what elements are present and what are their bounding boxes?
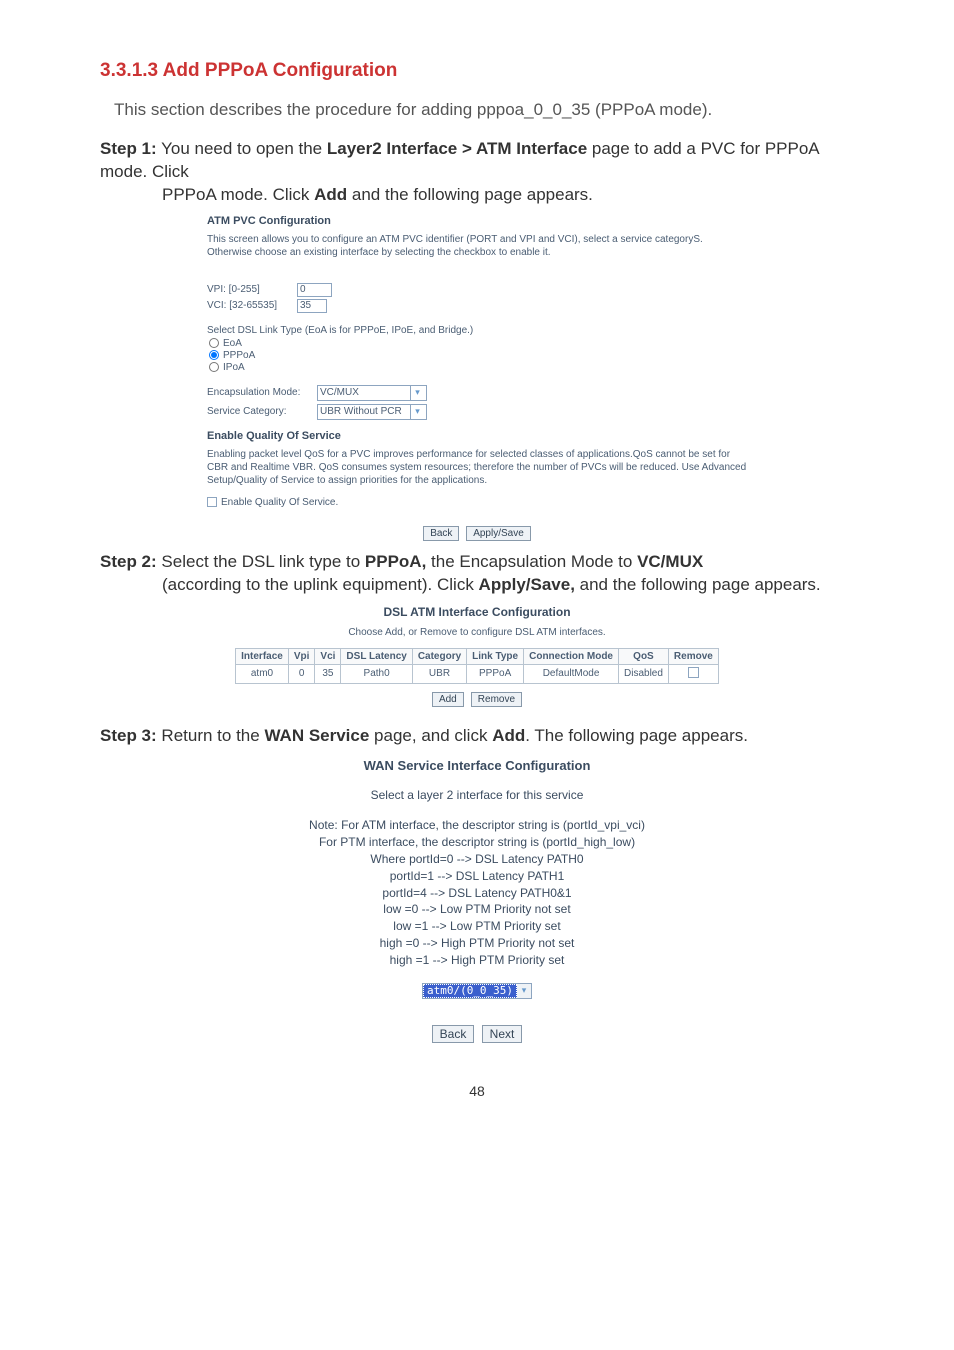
page-number: 48 — [100, 1083, 854, 1099]
chevron-down-icon: ▾ — [517, 984, 531, 998]
vci-input[interactable]: 35 — [297, 299, 327, 313]
qos-chk-label: Enable Quality Of Service. — [221, 497, 338, 508]
step2-tb: the Encapsulation Mode to — [426, 552, 637, 571]
remove-checkbox[interactable] — [688, 667, 699, 678]
interface-select[interactable]: atm0/(0_0_35) ▾ — [422, 983, 532, 999]
td-interface: atm0 — [236, 664, 289, 683]
qos-title: Enable Quality Of Service — [207, 430, 747, 442]
step3-tb: page, and click — [369, 726, 492, 745]
radio-ipoa[interactable] — [209, 362, 219, 372]
step1-end: and the following page appears. — [347, 185, 593, 204]
th-conn-mode: Connection Mode — [524, 648, 619, 664]
table-header-row: Interface Vpi Vci DSL Latency Category L… — [236, 648, 719, 664]
th-link-type: Link Type — [467, 648, 524, 664]
s1-title: ATM PVC Configuration — [207, 215, 747, 227]
step1-text: You need to open the — [161, 139, 327, 158]
th-category: Category — [412, 648, 466, 664]
s3-sub: Select a layer 2 interface for this serv… — [247, 787, 707, 804]
radio-pppoa-label: PPPoA — [223, 350, 255, 361]
radio-pppoa[interactable] — [209, 350, 219, 360]
wan-service-screenshot: WAN Service Interface Configuration Sele… — [247, 758, 707, 1043]
step2-bb: VC/MUX — [637, 552, 703, 571]
s2-title: DSL ATM Interface Configuration — [217, 605, 737, 619]
th-interface: Interface — [236, 648, 289, 664]
next-button[interactable]: Next — [482, 1025, 523, 1043]
step1-label: Step 1: — [100, 139, 157, 158]
step3-label: Step 3: — [100, 726, 157, 745]
step3-ta: Return to the — [161, 726, 264, 745]
add-button[interactable]: Add — [432, 692, 464, 707]
dsl-atm-screenshot: DSL ATM Interface Configuration Choose A… — [217, 605, 737, 707]
svc-label: Service Category: — [207, 406, 317, 417]
back-button[interactable]: Back — [432, 1025, 475, 1043]
s3-line-4: portId=4 --> DSL Latency PATH0&1 — [247, 885, 707, 902]
qos-desc: Enabling packet level QoS for a PVC impr… — [207, 448, 747, 487]
step3-block: Step 3: Return to the WAN Service page, … — [100, 725, 854, 748]
step3-ba: WAN Service — [264, 726, 369, 745]
td-vci: 35 — [315, 664, 341, 683]
s3-title: WAN Service Interface Configuration — [247, 758, 707, 773]
step3-tc: . The following page appears. — [525, 726, 748, 745]
th-dsl-latency: DSL Latency — [341, 648, 412, 664]
td-conn-mode: DefaultMode — [524, 664, 619, 683]
back-button[interactable]: Back — [423, 526, 459, 541]
vci-label: VCI: [32-65535] — [207, 300, 297, 311]
table-row: atm0 0 35 Path0 UBR PPPoA DefaultMode Di… — [236, 664, 719, 683]
th-qos: QoS — [619, 648, 669, 664]
chevron-down-icon: ▾ — [410, 405, 424, 419]
td-category: UBR — [412, 664, 466, 683]
encap-select[interactable]: VC/MUX ▾ — [317, 385, 427, 401]
radio-eoa[interactable] — [209, 338, 219, 348]
step1-bold1: Layer2 Interface > ATM Interface — [327, 139, 587, 158]
s3-line-1: For PTM interface, the descriptor string… — [247, 834, 707, 851]
th-vci: Vci — [315, 648, 341, 664]
s3-line-2: Where portId=0 --> DSL Latency PATH0 — [247, 851, 707, 868]
svc-value: UBR Without PCR — [320, 406, 402, 417]
step1-block: Step 1: You need to open the Layer2 Inte… — [100, 138, 854, 207]
section-heading: 3.3.1.3 Add PPPoA Configuration — [100, 60, 854, 82]
atm-pvc-screenshot: ATM PVC Configuration This screen allows… — [207, 215, 747, 541]
step1-bold2: Add — [314, 185, 347, 204]
th-remove: Remove — [668, 648, 718, 664]
step2-ta: Select the DSL link type to — [161, 552, 364, 571]
encap-label: Encapsulation Mode: — [207, 387, 317, 398]
step2-ba: PPPoA, — [365, 552, 426, 571]
vpi-input[interactable]: 0 — [297, 283, 332, 297]
td-link-type: PPPoA — [467, 664, 524, 683]
step2-label: Step 2: — [100, 552, 157, 571]
s3-line-8: high =1 --> High PTM Priority set — [247, 952, 707, 969]
encap-value: VC/MUX — [320, 387, 359, 398]
qos-checkbox[interactable] — [207, 497, 217, 507]
s3-line-5: low =0 --> Low PTM Priority not set — [247, 901, 707, 918]
radio-eoa-label: EoA — [223, 338, 242, 349]
td-qos: Disabled — [619, 664, 669, 683]
step2-td: and the following page appears. — [575, 575, 821, 594]
s3-line-3: portId=1 --> DSL Latency PATH1 — [247, 868, 707, 885]
s3-line-6: low =1 --> Low PTM Priority set — [247, 918, 707, 935]
chevron-down-icon: ▾ — [410, 386, 424, 400]
dsl-table: Interface Vpi Vci DSL Latency Category L… — [235, 648, 719, 684]
apply-save-button[interactable]: Apply/Save — [466, 526, 531, 541]
interface-select-value: atm0/(0_0_35) — [423, 984, 517, 998]
link-type-title: Select DSL Link Type (EoA is for PPPoE, … — [207, 325, 747, 336]
svc-select[interactable]: UBR Without PCR ▾ — [317, 404, 427, 420]
intro-text: This section describes the procedure for… — [100, 100, 854, 120]
td-dsl-latency: Path0 — [341, 664, 412, 683]
vpi-label: VPI: [0-255] — [207, 284, 297, 295]
s1-desc: This screen allows you to configure an A… — [207, 233, 747, 259]
radio-ipoa-label: IPoA — [223, 362, 245, 373]
step3-bb: Add — [492, 726, 525, 745]
step2-tc: (according to the uplink equipment). Cli… — [162, 575, 479, 594]
remove-button[interactable]: Remove — [471, 692, 522, 707]
s2-sub: Choose Add, or Remove to configure DSL A… — [217, 627, 737, 638]
step2-block: Step 2: Select the DSL link type to PPPo… — [100, 551, 854, 597]
s3-line-7: high =0 --> High PTM Priority not set — [247, 935, 707, 952]
td-vpi: 0 — [288, 664, 315, 683]
s3-line-0: Note: For ATM interface, the descriptor … — [247, 817, 707, 834]
step2-bc: Apply/Save, — [479, 575, 575, 594]
th-vpi: Vpi — [288, 648, 315, 664]
